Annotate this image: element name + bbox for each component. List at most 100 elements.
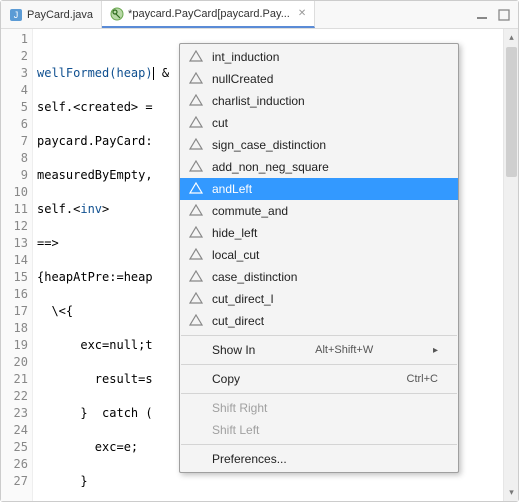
menu-separator xyxy=(181,364,457,365)
menu-label: cut_direct_l xyxy=(212,292,273,306)
blank-icon xyxy=(188,371,204,387)
line-number: 18 xyxy=(1,320,28,337)
close-icon[interactable]: ✕ xyxy=(298,8,306,19)
line-number: 16 xyxy=(1,286,28,303)
menu-item-local-cut[interactable]: local_cut xyxy=(180,244,458,266)
rule-icon xyxy=(188,313,204,329)
context-menu: int_induction nullCreated charlist_induc… xyxy=(179,43,459,473)
line-number: 7 xyxy=(1,133,28,150)
maximize-icon[interactable] xyxy=(496,7,512,23)
rule-icon xyxy=(188,225,204,241)
menu-label: nullCreated xyxy=(212,72,273,86)
menu-item-cut-direct-l[interactable]: cut_direct_l xyxy=(180,288,458,310)
scroll-down-icon[interactable]: ▾ xyxy=(507,488,516,497)
blank-icon xyxy=(188,451,204,467)
blank-icon xyxy=(188,422,204,438)
rule-icon xyxy=(188,159,204,175)
menu-item-preferences[interactable]: Preferences... xyxy=(180,448,458,470)
line-number: 24 xyxy=(1,422,28,439)
menu-item-shift-right: Shift Right xyxy=(180,397,458,419)
vertical-scrollbar[interactable]: ▴ ▾ xyxy=(503,29,518,501)
code-text: inv xyxy=(80,202,102,216)
code-text: self.< xyxy=(37,202,80,216)
tab-label: *paycard.PayCard[paycard.Pay... xyxy=(128,8,290,20)
menu-shortcut: Ctrl+C xyxy=(407,373,438,385)
tab-paycard-java[interactable]: J PayCard.java xyxy=(1,1,102,28)
tab-label: PayCard.java xyxy=(27,9,93,21)
line-number: 22 xyxy=(1,388,28,405)
line-number: 13 xyxy=(1,235,28,252)
menu-item-commute-and[interactable]: commute_and xyxy=(180,200,458,222)
menu-separator xyxy=(181,393,457,394)
java-file-icon: J xyxy=(9,8,23,22)
scroll-thumb[interactable] xyxy=(506,47,517,177)
menu-item-case-distinction[interactable]: case_distinction xyxy=(180,266,458,288)
line-number: 20 xyxy=(1,354,28,371)
code-text: wellFormed(heap) xyxy=(37,66,153,80)
line-number: 25 xyxy=(1,439,28,456)
minimize-icon[interactable] xyxy=(474,7,490,23)
line-number: 19 xyxy=(1,337,28,354)
line-number: 5 xyxy=(1,99,28,116)
menu-label: Shift Left xyxy=(212,423,259,437)
line-number: 23 xyxy=(1,405,28,422)
line-number: 3 xyxy=(1,65,28,82)
scroll-up-icon[interactable]: ▴ xyxy=(507,33,516,42)
line-number: 15 xyxy=(1,269,28,286)
menu-label: Show In xyxy=(212,343,255,357)
rule-icon xyxy=(188,247,204,263)
line-number: 26 xyxy=(1,456,28,473)
menu-item-copy[interactable]: CopyCtrl+C xyxy=(180,368,458,390)
menu-item-andleft[interactable]: andLeft xyxy=(180,178,458,200)
menu-label: Shift Right xyxy=(212,401,267,415)
line-number: 6 xyxy=(1,116,28,133)
menu-label: add_non_neg_square xyxy=(212,160,329,174)
rule-icon xyxy=(188,181,204,197)
line-number: 11 xyxy=(1,201,28,218)
rule-icon xyxy=(188,291,204,307)
menu-label: sign_case_distinction xyxy=(212,138,326,152)
menu-label: cut_direct xyxy=(212,314,264,328)
menu-item-cut[interactable]: cut xyxy=(180,112,458,134)
line-number: 12 xyxy=(1,218,28,235)
menu-label: andLeft xyxy=(212,182,252,196)
menu-item-hide-left[interactable]: hide_left xyxy=(180,222,458,244)
line-number: 2 xyxy=(1,48,28,65)
rule-icon xyxy=(188,115,204,131)
line-number: 1 xyxy=(1,31,28,48)
svg-text:J: J xyxy=(14,10,19,20)
rule-icon xyxy=(188,49,204,65)
menu-item-charlist-induction[interactable]: charlist_induction xyxy=(180,90,458,112)
menu-item-nullcreated[interactable]: nullCreated xyxy=(180,68,458,90)
tab-paycard-proof[interactable]: *paycard.PayCard[paycard.Pay... ✕ xyxy=(102,1,315,28)
tab-bar: J PayCard.java *paycard.PayCard[paycard.… xyxy=(1,1,518,29)
menu-item-show-in[interactable]: Show In Alt+Shift+W ▸ xyxy=(180,339,458,361)
submenu-arrow-icon: ▸ xyxy=(433,345,438,356)
line-number: 8 xyxy=(1,150,28,167)
key-file-icon xyxy=(110,7,124,21)
menu-item-int-induction[interactable]: int_induction xyxy=(180,46,458,68)
line-number: 21 xyxy=(1,371,28,388)
line-number: 27 xyxy=(1,473,28,490)
menu-label: commute_and xyxy=(212,204,288,218)
menu-separator xyxy=(181,335,457,336)
menu-label: charlist_induction xyxy=(212,94,305,108)
menu-label: hide_left xyxy=(212,226,257,240)
menu-item-sign-case-distinction[interactable]: sign_case_distinction xyxy=(180,134,458,156)
line-gutter: 1 2 3 4 5 6 7 8 9 10 11 12 13 14 15 16 1… xyxy=(1,29,33,501)
code-text: > xyxy=(102,202,109,216)
menu-label: int_induction xyxy=(212,50,279,64)
code-text: } xyxy=(37,473,499,490)
menu-label: local_cut xyxy=(212,248,259,262)
menu-label: cut xyxy=(212,116,228,130)
menu-separator xyxy=(181,444,457,445)
rule-icon xyxy=(188,71,204,87)
menu-item-cut-direct[interactable]: cut_direct xyxy=(180,310,458,332)
blank-icon xyxy=(188,342,204,358)
line-number: 10 xyxy=(1,184,28,201)
menu-item-add-non-neg-square[interactable]: add_non_neg_square xyxy=(180,156,458,178)
rule-icon xyxy=(188,137,204,153)
menu-label: case_distinction xyxy=(212,270,297,284)
menu-item-shift-left: Shift Left xyxy=(180,419,458,441)
menu-shortcut: Alt+Shift+W xyxy=(315,344,373,356)
